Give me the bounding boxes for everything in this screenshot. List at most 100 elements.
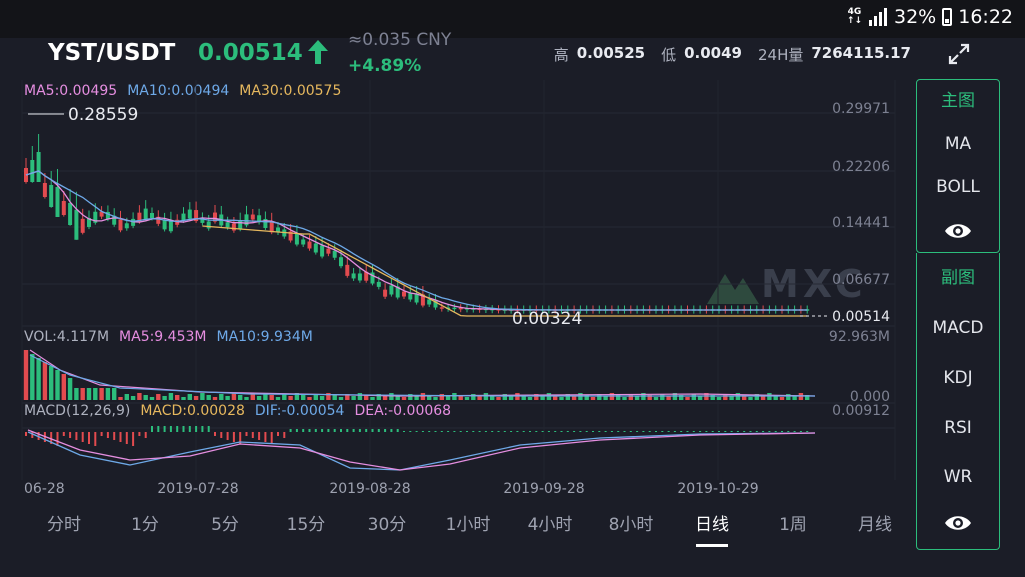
- volume-bar: [225, 396, 230, 400]
- macd-bar: [724, 431, 727, 432]
- kdj-option[interactable]: KDJ: [917, 353, 999, 403]
- tab-4hour[interactable]: 4小时: [528, 510, 573, 535]
- tab-15min[interactable]: 15分: [287, 510, 326, 535]
- tab-timeshare[interactable]: 分时: [47, 510, 81, 535]
- macd-bar: [371, 429, 374, 432]
- macd-bar: [673, 431, 676, 432]
- macd-bar: [573, 431, 576, 432]
- candlesticks: [24, 134, 810, 314]
- tab-30min[interactable]: 30分: [368, 510, 407, 535]
- macd-bar: [472, 431, 475, 432]
- candle: [301, 239, 306, 245]
- macd-bar: [157, 426, 160, 432]
- macd-bar: [529, 431, 531, 432]
- macd-bar: [100, 432, 103, 436]
- macd-bar: [81, 432, 84, 442]
- price-axis-label: 0.29971: [832, 101, 890, 117]
- network-arrows: ↑↓: [846, 16, 862, 26]
- low-label: 低: [661, 46, 677, 64]
- candle: [376, 281, 381, 287]
- tab-5min[interactable]: 5分: [211, 510, 239, 535]
- ma-option[interactable]: MA: [917, 123, 999, 166]
- macd-bar: [258, 432, 261, 440]
- macd-bar: [491, 431, 494, 432]
- candle: [124, 223, 129, 229]
- macd-bar: [774, 431, 777, 432]
- volume-bar: [439, 394, 444, 400]
- macd-legend: MACD(12,26,9) MACD:0.00028 DIF:-0.00054 …: [24, 403, 451, 419]
- sub-visibility-toggle[interactable]: [917, 501, 999, 544]
- eye-icon: [945, 223, 971, 238]
- volume-bar: [760, 396, 766, 400]
- volume-bar: [175, 395, 180, 400]
- candle: [269, 221, 274, 233]
- candle: [225, 222, 230, 228]
- tab-weekly[interactable]: 1周: [779, 510, 807, 535]
- volume-bar: [238, 395, 243, 400]
- date-axis-label: 2019-07-28: [157, 481, 238, 497]
- candle: [439, 307, 444, 309]
- macd-bar: [270, 432, 273, 444]
- macd-bar: [151, 426, 153, 432]
- candle: [357, 273, 362, 281]
- tab-8hour[interactable]: 8小时: [609, 510, 654, 535]
- volume-bar: [275, 397, 281, 400]
- date-axis-label: 2019-09-28: [503, 481, 584, 497]
- boll-option[interactable]: BOLL: [917, 166, 999, 209]
- macd-bar: [289, 429, 292, 432]
- candle: [452, 307, 457, 310]
- trading-pair[interactable]: YST/USDT: [48, 40, 175, 66]
- volume-bar: [282, 394, 287, 400]
- kline-chart[interactable]: 0.29971 0.22206 0.14441 0.06677 0.00514 0.285…: [0, 80, 915, 510]
- macd-bar: [132, 432, 135, 446]
- candle: [150, 212, 154, 218]
- volume-bar: [288, 396, 293, 400]
- rsi-option[interactable]: RSI: [917, 403, 999, 453]
- volume-bar: [464, 397, 470, 400]
- macd-bar: [264, 432, 267, 442]
- high-label: 高: [553, 46, 569, 64]
- current-price-label: 0.00514: [832, 309, 890, 325]
- tab-daily[interactable]: 日线: [695, 510, 729, 547]
- up-arrow-icon: [308, 40, 328, 64]
- volume-bar: [351, 396, 356, 400]
- fullscreen-icon[interactable]: [947, 42, 971, 66]
- macd-bar: [415, 431, 418, 432]
- macd-bar: [781, 431, 783, 432]
- candle: [181, 213, 186, 221]
- macd-bar: [144, 432, 147, 438]
- macd-bar: [201, 426, 204, 432]
- main-visibility-toggle[interactable]: [917, 209, 999, 252]
- macd-bar: [113, 432, 116, 440]
- candle: [320, 245, 325, 257]
- tab-1hour[interactable]: 1小时: [446, 510, 491, 535]
- volume-24h-value: 7264115.17: [811, 44, 911, 62]
- candle: [30, 160, 35, 182]
- macd-bar: [169, 426, 172, 432]
- wr-option[interactable]: WR: [917, 453, 999, 501]
- macd-bar: [295, 429, 298, 432]
- volume-bar: [269, 395, 274, 400]
- tab-1min[interactable]: 1分: [131, 510, 159, 535]
- macd-bar: [806, 431, 809, 432]
- volume-bar: [540, 396, 545, 400]
- macd-option[interactable]: MACD: [917, 303, 999, 353]
- macd-bar: [799, 431, 802, 432]
- volume-bar: [23, 350, 29, 400]
- volume-bar: [748, 397, 753, 400]
- min-price-label: 0.00324: [512, 309, 582, 329]
- main-indicator-box: 主图 MA BOLL: [916, 79, 1000, 253]
- tab-monthly[interactable]: 月线: [858, 510, 892, 535]
- volume-bar: [93, 388, 98, 400]
- macd-bar: [428, 431, 431, 432]
- macd-bar: [516, 431, 519, 432]
- ticker-header: YST/USDT 0.00514 ≈0.035 CNY +4.89% 高 0.00…: [0, 30, 1025, 80]
- volume-bar: [685, 397, 690, 400]
- volume-bars: [23, 349, 816, 400]
- macd-bar: [629, 431, 632, 432]
- macd-bar: [340, 429, 342, 432]
- volume-bar: [433, 397, 438, 400]
- macd-bar: [396, 429, 399, 432]
- macd-bar: [648, 431, 651, 432]
- volume-bar: [716, 397, 722, 400]
